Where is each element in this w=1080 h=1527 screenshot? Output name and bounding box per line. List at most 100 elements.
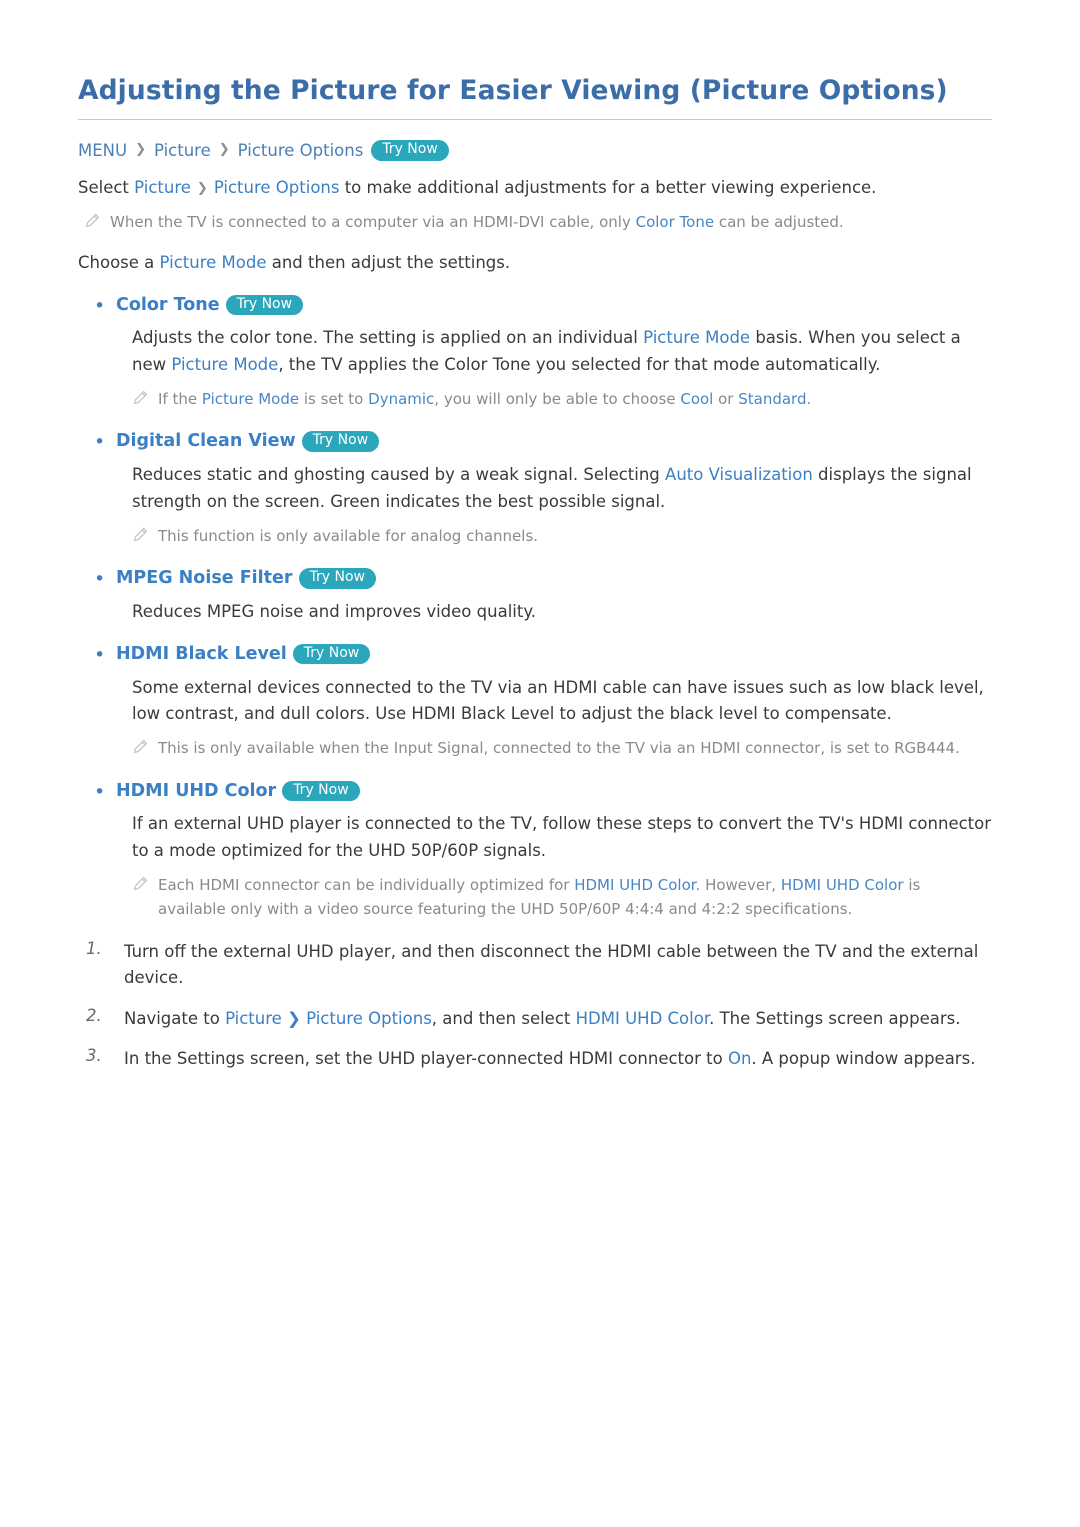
- note-text: If the Picture Mode is set to Dynamic, y…: [158, 388, 992, 411]
- page-title: Adjusting the Picture for Easier Viewing…: [78, 75, 948, 106]
- text-highlight[interactable]: HDMI UHD Color: [574, 876, 695, 894]
- intro-link-picture[interactable]: Picture: [134, 178, 191, 197]
- text-run: In the Settings screen, set the UHD play…: [124, 1048, 728, 1068]
- chevron-right-icon: ❯: [135, 141, 146, 157]
- try-now-badge[interactable]: Try Now: [301, 431, 380, 452]
- text-highlight[interactable]: Auto Visualization: [665, 465, 813, 484]
- text-run: If an external UHD player is connected t…: [132, 814, 992, 860]
- text-highlight[interactable]: HDMI UHD Color: [576, 1009, 709, 1028]
- step-text: Navigate to Picture ❯ Picture Options, a…: [124, 1006, 992, 1032]
- text-run: , the TV applies the Color Tone you sele…: [278, 354, 881, 374]
- option-label[interactable]: MPEG Noise Filter: [116, 568, 293, 588]
- text-run: Reduces MPEG noise and improves video qu…: [132, 602, 536, 622]
- text-run: . However,: [695, 876, 781, 895]
- breadcrumb-picture[interactable]: Picture: [154, 141, 211, 160]
- breadcrumb-picture-options[interactable]: Picture Options: [238, 141, 364, 160]
- choose-post: and then adjust the settings.: [266, 253, 511, 273]
- text-run: Turn off the external UHD player, and th…: [124, 941, 979, 988]
- option-description: Reduces MPEG noise and improves video qu…: [132, 599, 992, 625]
- chevron-right-icon: ❯: [196, 180, 208, 196]
- try-now-badge[interactable]: Try Now: [282, 780, 360, 801]
- text-run: Navigate to: [124, 1008, 226, 1028]
- step-number: 3.: [86, 1045, 102, 1065]
- option-heading: Color Tone Try Now: [116, 294, 304, 316]
- option-description: If an external UHD player is connected t…: [132, 811, 992, 864]
- text-run: is set to: [299, 390, 369, 409]
- text-run: .: [806, 390, 812, 409]
- option-heading: Digital Clean View Try Now: [116, 431, 380, 452]
- bullet-dot-icon: •: [94, 568, 106, 591]
- text-run: , and then select: [431, 1008, 576, 1028]
- breadcrumb-menu[interactable]: MENU: [78, 141, 127, 160]
- option-note: This is only available when the Input Si…: [132, 737, 992, 762]
- text-highlight[interactable]: Picture Mode: [171, 355, 278, 374]
- text-highlight[interactable]: Standard: [738, 390, 806, 408]
- note-highlight: Color Tone: [635, 212, 715, 231]
- text-run: Adjusts the color tone. The setting is a…: [132, 328, 644, 348]
- try-now-badge[interactable]: Try Now: [292, 643, 371, 665]
- text-run: , you will only be able to choose: [434, 390, 681, 409]
- option-item: • Color Tone Try Now: [94, 294, 992, 317]
- try-now-badge[interactable]: Try Now: [371, 140, 449, 161]
- bullet-dot-icon: •: [94, 780, 106, 803]
- intro-post: to make additional adjustments for a bet…: [339, 177, 877, 197]
- try-now-badge[interactable]: Try Now: [225, 294, 304, 315]
- step-text: Turn off the external UHD player, and th…: [124, 939, 992, 992]
- text-run: If the: [158, 390, 202, 409]
- step-item: 3. In the Settings screen, set the UHD pl…: [78, 1046, 992, 1072]
- option-note: This function is only available for anal…: [132, 525, 992, 550]
- bullet-dot-icon: •: [94, 431, 106, 454]
- note-text: This function is only available for anal…: [158, 525, 992, 548]
- option-heading: HDMI Black Level Try Now: [116, 643, 371, 665]
- choose-highlight[interactable]: Picture Mode: [160, 253, 267, 272]
- note-text: Each HDMI connector can be individually …: [158, 874, 992, 921]
- note-post: can be adjusted.: [714, 212, 844, 231]
- text-highlight[interactable]: Picture: [225, 1009, 282, 1028]
- choose-picture-mode-line: Choose a Picture Mode and then adjust th…: [78, 250, 992, 276]
- option-heading: MPEG Noise Filter Try Now: [116, 568, 376, 589]
- intro-paragraph: Select Picture ❯ Picture Options to make a…: [78, 175, 992, 201]
- step-item: 2. Navigate to Picture ❯ Picture Options,…: [78, 1006, 992, 1032]
- text-run: . The Settings screen appears.: [709, 1008, 961, 1028]
- text-highlight[interactable]: Picture Mode: [202, 390, 299, 408]
- breadcrumb: MENU ❯ Picture ❯ Picture Options Try Now: [78, 140, 992, 161]
- step-number: 1.: [86, 938, 102, 958]
- pencil-icon: [132, 390, 158, 413]
- option-item: • HDMI Black Level Try Now: [94, 643, 992, 666]
- text-highlight[interactable]: Picture Options: [306, 1009, 432, 1028]
- text-highlight[interactable]: Cool: [680, 390, 713, 408]
- choose-pre: Choose a: [78, 253, 160, 273]
- options-list: • Color Tone Try Now Adjusts the color tone…: [78, 294, 992, 921]
- text-highlight[interactable]: HDMI UHD Color: [781, 876, 904, 894]
- text-run: Each HDMI connector can be individually …: [158, 876, 575, 895]
- option-label[interactable]: Digital Clean View: [116, 431, 296, 451]
- step-number: 2.: [86, 1005, 102, 1025]
- note-text: This is only available when the Input Si…: [158, 737, 992, 760]
- intro-link-picture-options[interactable]: Picture Options: [214, 178, 340, 197]
- try-now-badge[interactable]: Try Now: [298, 568, 376, 589]
- bullet-dot-icon: •: [94, 294, 106, 317]
- option-label[interactable]: HDMI UHD Color: [116, 781, 276, 801]
- document-page: Adjusting the Picture for Easier Viewing…: [0, 0, 1080, 1527]
- pencil-icon: [132, 527, 158, 550]
- note-text: When the TV is connected to a computer v…: [110, 211, 992, 234]
- text-run: Reduces static and ghosting caused by a …: [132, 465, 666, 485]
- option-heading: HDMI UHD Color Try Now: [116, 780, 360, 802]
- text-run: or: [713, 390, 739, 409]
- step-text: In the Settings screen, set the UHD play…: [124, 1046, 992, 1072]
- option-label[interactable]: HDMI Black Level: [116, 644, 287, 664]
- option-description: Adjusts the color tone. The setting is a…: [132, 325, 992, 378]
- pencil-icon: [84, 213, 110, 236]
- option-label[interactable]: Color Tone: [116, 295, 220, 315]
- option-note: Each HDMI connector can be individually …: [132, 874, 992, 921]
- pencil-icon: [132, 739, 158, 762]
- text-highlight[interactable]: ❯: [282, 1009, 306, 1028]
- text-highlight[interactable]: Picture Mode: [643, 328, 750, 347]
- title-divider: [78, 119, 992, 121]
- pencil-icon: [132, 876, 158, 899]
- text-highlight[interactable]: On: [728, 1049, 751, 1068]
- option-item: • MPEG Noise Filter Try Now: [94, 568, 992, 590]
- text-highlight[interactable]: Dynamic: [368, 390, 434, 408]
- text-run: Some external devices connected to the T…: [132, 677, 984, 723]
- text-run: . A popup window appears.: [751, 1048, 976, 1068]
